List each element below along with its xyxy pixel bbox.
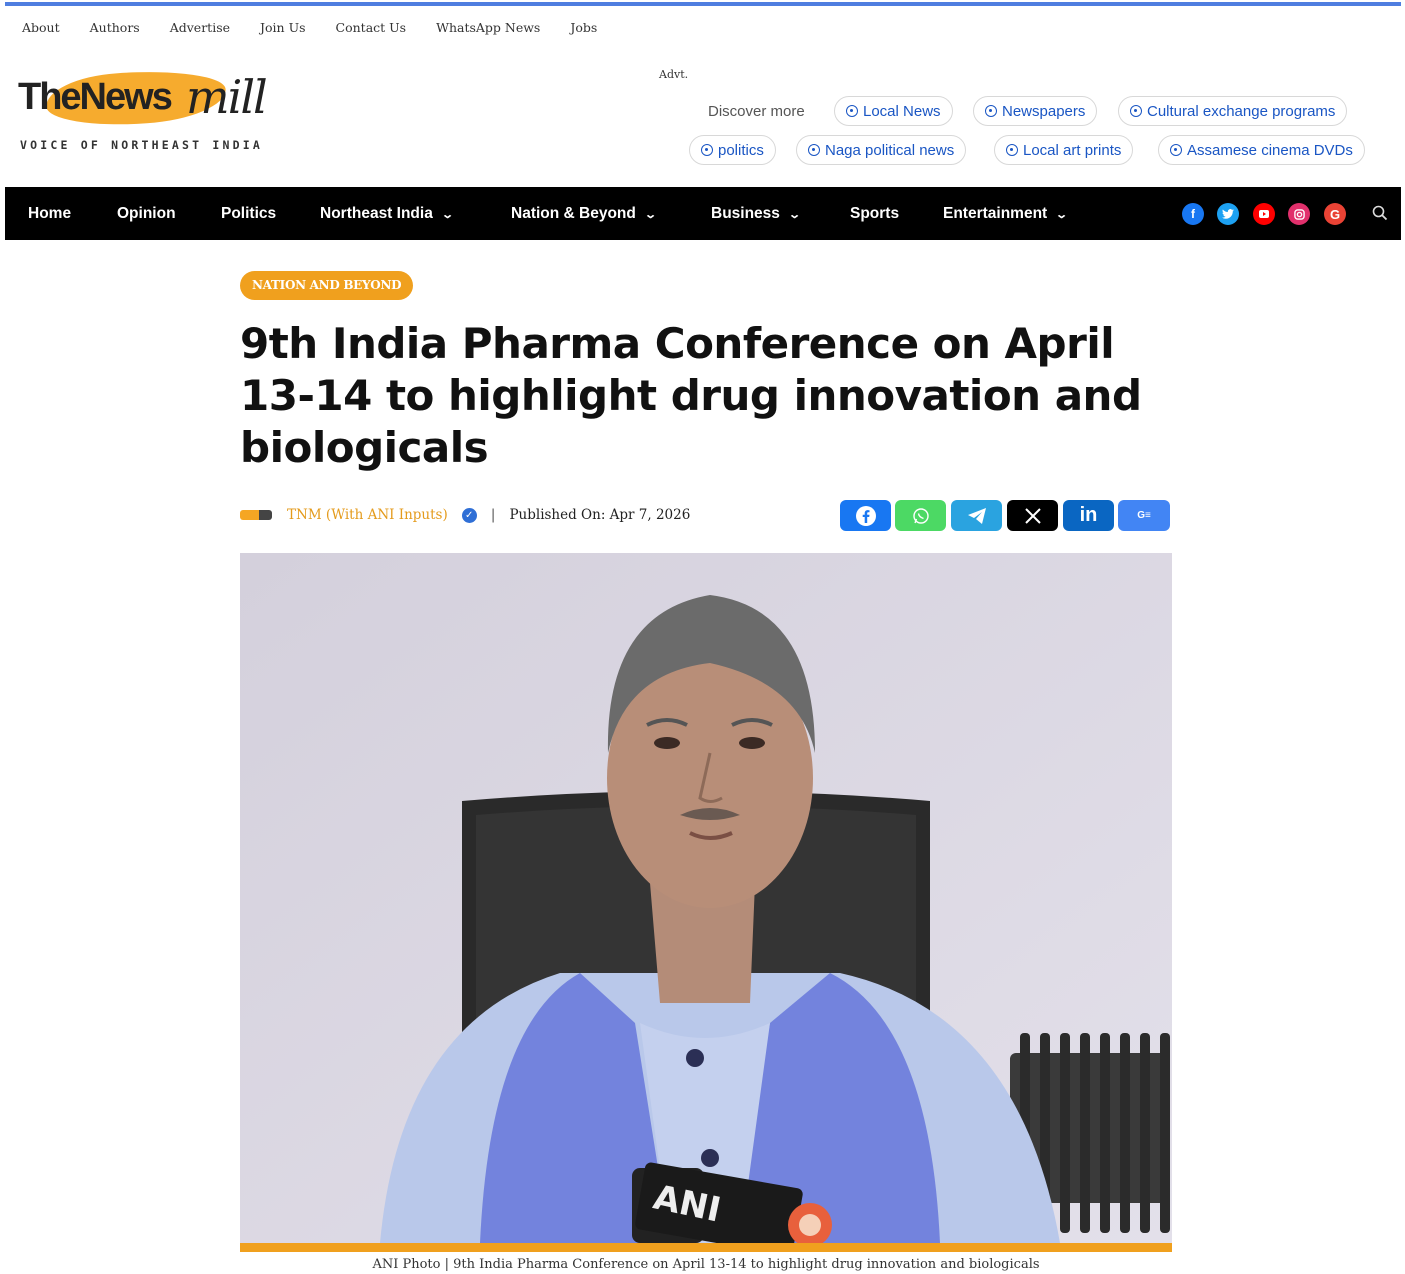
article-photo: ANI [240,553,1172,1243]
nav-item-nation-beyond[interactable]: Nation & Beyond ⌄ [511,187,657,240]
chip-label: Assamese cinema DVDs [1187,141,1353,159]
youtube-icon[interactable] [1253,203,1275,225]
target-icon [985,105,997,117]
nav-item-opinion[interactable]: Opinion [117,187,176,240]
util-link-contact-us[interactable]: Contact Us [336,20,407,35]
site-logo[interactable]: TheNews mill VOICE OF NORTHEAST INDIA [18,65,280,156]
google-icon[interactable]: G [1324,203,1346,225]
logo-script: mill [186,70,268,124]
chevron-down-icon: ⌄ [440,209,454,221]
util-link-join-us[interactable]: Join Us [260,20,306,35]
chip-label: Cultural exchange programs [1147,102,1336,120]
nav-label: Nation & Beyond [511,205,636,222]
category-badge[interactable]: NATION AND BEYOND [240,271,414,300]
linkedin-share-button[interactable]: in [1063,500,1114,531]
instagram-icon[interactable] [1288,203,1310,225]
discover-chip-politics[interactable]: politics [689,135,776,165]
target-icon [846,105,858,117]
nav-item-home[interactable]: Home [28,187,71,240]
google-news-icon: G≡ [1137,510,1151,521]
util-link-authors[interactable]: Authors [90,20,140,35]
telegram-icon [967,507,986,524]
util-link-advertise[interactable]: Advertise [170,20,230,35]
search-icon[interactable] [1371,204,1389,222]
main-nav: Home Opinion Politics Northeast India ⌄ N… [5,187,1401,240]
target-icon [1006,144,1018,156]
discover-chip-newspapers[interactable]: Newspapers [973,96,1098,126]
util-link-whatsapp-news[interactable]: WhatsApp News [436,20,540,35]
whatsapp-icon [912,507,929,524]
nav-item-sports[interactable]: Sports [850,187,899,240]
advt-label: Advt. [659,68,689,81]
nav-label: Politics [221,205,277,222]
nav-label: Business [711,205,780,222]
article-photo-illustration: ANI [240,553,1172,1243]
verified-check-icon: ✓ [461,507,477,523]
facebook-icon [855,505,876,526]
discover-chip-assamese-cinema-dvds[interactable]: Assamese cinema DVDs [1158,135,1365,165]
byline-separator: | [490,507,496,523]
logo-wordmark: TheNews [18,76,173,118]
photo-caption-bar [240,1243,1172,1252]
whatsapp-share-button[interactable] [895,500,946,531]
nav-label: Sports [850,205,900,222]
chip-label: Local News [863,102,941,120]
nav-item-business[interactable]: Business ⌄ [711,187,801,240]
discover-chip-local-art-prints[interactable]: Local art prints [994,135,1134,165]
nav-item-entertainment[interactable]: Entertainment ⌄ [943,187,1069,240]
telegram-share-button[interactable] [951,500,1002,531]
google-news-share-button[interactable]: G≡ [1118,500,1170,531]
discover-more-label: Discover more [708,103,805,120]
x-icon [1024,507,1041,524]
target-icon [808,144,820,156]
nav-label: Northeast India [320,205,433,222]
nav-label: Home [28,205,72,222]
target-icon [1130,105,1142,117]
author-avatar [240,510,272,520]
target-icon [1170,144,1182,156]
utility-nav: About Authors Advertise Join Us Contact … [22,20,627,35]
twitter-icon[interactable] [1217,203,1239,225]
published-date: Published On: Apr 7, 2026 [509,507,691,523]
photo-caption: ANI Photo | 9th India Pharma Conference … [372,1257,1040,1272]
target-icon [701,144,713,156]
article-headline: 9th India Pharma Conference on April 13-… [240,319,1142,472]
chip-label: politics [718,141,764,159]
article-byline: TNM (With ANI Inputs) ✓ | Published On: … [240,503,690,527]
author-name[interactable]: TNM (With ANI Inputs) [287,507,448,523]
facebook-icon[interactable]: f [1182,203,1204,225]
discover-chip-cultural-exchange[interactable]: Cultural exchange programs [1118,96,1348,126]
chip-label: Naga political news [825,141,955,159]
discover-chip-naga-political-news[interactable]: Naga political news [796,135,967,165]
x-share-button[interactable] [1007,500,1058,531]
nav-item-northeast-india[interactable]: Northeast India ⌄ [320,187,454,240]
chevron-down-icon: ⌄ [788,209,801,221]
chevron-down-icon: ⌄ [644,209,657,221]
linkedin-icon: in [1079,504,1098,526]
nav-label: Entertainment [943,205,1048,222]
chevron-down-icon: ⌄ [1055,209,1069,221]
nav-item-politics[interactable]: Politics [221,187,276,240]
discover-chip-local-news[interactable]: Local News [834,96,953,126]
nav-label: Opinion [117,205,176,222]
util-link-jobs[interactable]: Jobs [570,20,597,35]
chip-label: Newspapers [1002,102,1086,120]
chip-label: Local art prints [1023,141,1122,159]
top-accent-bar [5,2,1401,6]
logo-tagline: VOICE OF NORTHEAST INDIA [20,138,263,152]
util-link-about[interactable]: About [22,20,60,35]
facebook-share-button[interactable] [840,500,891,531]
